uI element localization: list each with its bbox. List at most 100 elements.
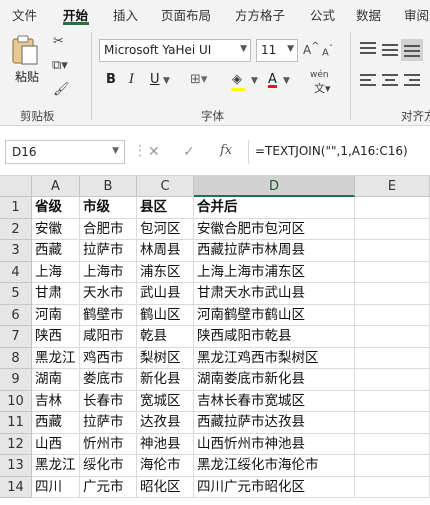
chevron-down-icon[interactable]: ▼: [283, 76, 290, 86]
row-header[interactable]: 10: [0, 390, 32, 412]
cell-e11[interactable]: [355, 412, 430, 434]
cell-e3[interactable]: [355, 240, 430, 262]
cell-d9[interactable]: 湖南娄底市新化县: [194, 369, 355, 391]
row-header[interactable]: 7: [0, 326, 32, 348]
cell-d6[interactable]: 河南鹤壁市鹤山区: [194, 304, 355, 326]
cell-e6[interactable]: [355, 304, 430, 326]
cell-b4[interactable]: 上海市: [80, 261, 137, 283]
cell-b3[interactable]: 拉萨市: [80, 240, 137, 262]
cell-e9[interactable]: [355, 369, 430, 391]
cell-b10[interactable]: 长春市: [80, 390, 137, 412]
shrink-font-button[interactable]: Aˇ: [322, 43, 333, 58]
tab-page-layout[interactable]: 页面布局: [161, 5, 211, 24]
cut-icon[interactable]: ✂: [53, 34, 64, 49]
cell-d4[interactable]: 上海上海市浦东区: [194, 261, 355, 283]
select-all-corner[interactable]: [0, 176, 32, 197]
column-header-b[interactable]: B: [80, 176, 137, 197]
row-header[interactable]: 12: [0, 433, 32, 455]
cell-a9[interactable]: 湖南: [32, 369, 80, 391]
cell-c2[interactable]: 包河区: [137, 218, 194, 240]
row-header[interactable]: 3: [0, 240, 32, 262]
cell-a12[interactable]: 山西: [32, 433, 80, 455]
cell-c8[interactable]: 梨树区: [137, 347, 194, 369]
cell-c14[interactable]: 昭化区: [137, 476, 194, 498]
tab-data[interactable]: 数据: [356, 5, 381, 24]
cell-c5[interactable]: 武山县: [137, 283, 194, 305]
cell-b13[interactable]: 绥化市: [80, 455, 137, 477]
row-header[interactable]: 6: [0, 304, 32, 326]
cell-a7[interactable]: 陕西: [32, 326, 80, 348]
cell-c11[interactable]: 达孜县: [137, 412, 194, 434]
align-bottom-button[interactable]: [401, 39, 423, 61]
fill-color-icon[interactable]: ◈: [232, 72, 242, 87]
cell-d1[interactable]: 合并后: [194, 197, 355, 219]
cell-b9[interactable]: 娄底市: [80, 369, 137, 391]
row-header[interactable]: 11: [0, 412, 32, 434]
align-left-button[interactable]: [360, 74, 376, 88]
row-header[interactable]: 8: [0, 347, 32, 369]
cell-a11[interactable]: 西藏: [32, 412, 80, 434]
font-size-select[interactable]: 11 ▼: [256, 39, 298, 62]
cell-e7[interactable]: [355, 326, 430, 348]
row-header[interactable]: 1: [0, 197, 32, 219]
cell-d12[interactable]: 山西忻州市神池县: [194, 433, 355, 455]
row-header[interactable]: 9: [0, 369, 32, 391]
cell-e12[interactable]: [355, 433, 430, 455]
cell-a5[interactable]: 甘肃: [32, 283, 80, 305]
align-center-button[interactable]: [382, 74, 398, 88]
cell-a8[interactable]: 黑龙江: [32, 347, 80, 369]
cell-d3[interactable]: 西藏拉萨市林周县: [194, 240, 355, 262]
tab-file[interactable]: 文件: [12, 5, 37, 24]
chevron-down-icon[interactable]: ▼: [251, 76, 258, 86]
chevron-down-icon[interactable]: ▼: [163, 76, 170, 86]
align-middle-button[interactable]: [382, 42, 398, 56]
cell-a2[interactable]: 安徽: [32, 218, 80, 240]
align-right-button[interactable]: [404, 74, 420, 88]
column-header-e[interactable]: E: [355, 176, 430, 197]
border-icon[interactable]: ⊞▾: [190, 72, 207, 87]
cell-c1[interactable]: 县区: [137, 197, 194, 219]
tab-insert[interactable]: 插入: [113, 5, 138, 24]
cell-e14[interactable]: [355, 476, 430, 498]
cell-e1[interactable]: [355, 197, 430, 219]
cell-c9[interactable]: 新化县: [137, 369, 194, 391]
cell-d2[interactable]: 安徽合肥市包河区: [194, 218, 355, 240]
insert-function-button[interactable]: fx: [220, 143, 232, 158]
cell-a3[interactable]: 西藏: [32, 240, 80, 262]
cell-b6[interactable]: 鹤壁市: [80, 304, 137, 326]
tab-formulas[interactable]: 公式: [310, 5, 335, 24]
enter-button[interactable]: ✓: [183, 144, 195, 160]
cell-c12[interactable]: 神池县: [137, 433, 194, 455]
cell-d14[interactable]: 四川广元市昭化区: [194, 476, 355, 498]
cell-e4[interactable]: [355, 261, 430, 283]
cell-a10[interactable]: 吉林: [32, 390, 80, 412]
bold-button[interactable]: B: [106, 72, 116, 87]
cell-c13[interactable]: 海伦市: [137, 455, 194, 477]
cell-e10[interactable]: [355, 390, 430, 412]
format-painter-icon[interactable]: 🖌: [53, 82, 70, 97]
cell-d5[interactable]: 甘肃天水市武山县: [194, 283, 355, 305]
cell-b12[interactable]: 忻州市: [80, 433, 137, 455]
font-color-button[interactable]: A: [268, 72, 277, 87]
cell-e5[interactable]: [355, 283, 430, 305]
grow-font-button[interactable]: A^: [303, 41, 320, 57]
column-header-d[interactable]: D: [194, 176, 355, 197]
row-header[interactable]: 13: [0, 455, 32, 477]
cell-e13[interactable]: [355, 455, 430, 477]
cell-d11[interactable]: 西藏拉萨市达孜县: [194, 412, 355, 434]
cancel-button[interactable]: ✕: [148, 144, 160, 160]
cell-d8[interactable]: 黑龙江鸡西市梨树区: [194, 347, 355, 369]
cell-d10[interactable]: 吉林长春市宽城区: [194, 390, 355, 412]
cell-b1[interactable]: 市级: [80, 197, 137, 219]
cell-c3[interactable]: 林周县: [137, 240, 194, 262]
cell-a14[interactable]: 四川: [32, 476, 80, 498]
column-header-c[interactable]: C: [137, 176, 194, 197]
cell-a1[interactable]: 省级: [32, 197, 80, 219]
cell-a13[interactable]: 黑龙江: [32, 455, 80, 477]
cell-b2[interactable]: 合肥市: [80, 218, 137, 240]
phonetic-guide-button[interactable]: wén: [310, 70, 329, 80]
tab-review[interactable]: 审阅: [404, 5, 429, 24]
cell-b11[interactable]: 拉萨市: [80, 412, 137, 434]
italic-button[interactable]: I: [129, 72, 134, 87]
cell-e2[interactable]: [355, 218, 430, 240]
